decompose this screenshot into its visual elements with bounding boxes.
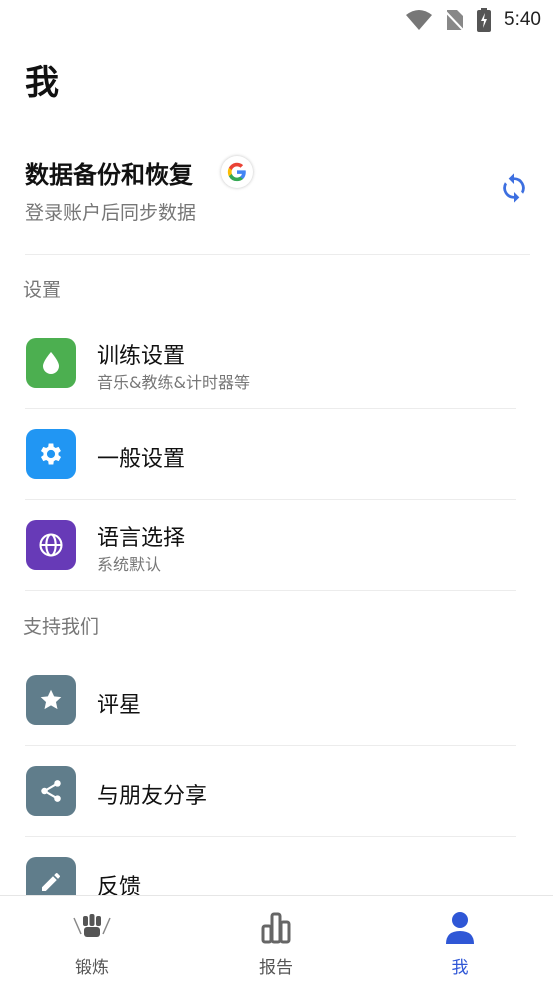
page-title: 我 — [25, 63, 59, 103]
support-item-label: 评星 — [97, 693, 142, 718]
nav-label: 锻炼 — [75, 958, 109, 978]
settings-item-label: 训练设置 — [97, 344, 186, 369]
battery-icon — [477, 8, 492, 32]
backup-subtitle: 登录账户后同步数据 — [25, 202, 197, 224]
settings-item-label: 语言选择 — [97, 526, 186, 551]
support-item-label: 与朋友分享 — [97, 784, 208, 809]
section-header-settings: 设置 — [23, 279, 62, 301]
nav-label: 报告 — [259, 958, 293, 978]
person-icon — [446, 912, 474, 944]
workout-icon — [73, 914, 111, 937]
support-item-share[interactable]: 与朋友分享 — [25, 746, 516, 837]
drop-icon — [26, 338, 76, 388]
globe-icon — [26, 520, 76, 570]
star-icon — [26, 675, 76, 725]
gear-icon — [26, 429, 76, 479]
status-time: 5:40 — [504, 9, 541, 30]
chart-icon — [261, 912, 291, 944]
status-bar: 5:40 — [0, 0, 553, 40]
nav-item-report[interactable]: 报告 — [216, 896, 336, 984]
settings-item-label: 一般设置 — [97, 447, 186, 472]
google-icon — [221, 156, 253, 188]
backup-title: 数据备份和恢复 — [25, 161, 193, 189]
nav-item-workout[interactable]: 锻炼 — [32, 896, 152, 984]
sync-icon[interactable] — [498, 172, 530, 204]
settings-item-sublabel: 音乐&教练&计时器等 — [97, 373, 250, 392]
backup-card[interactable]: 数据备份和恢复 登录账户后同步数据 — [25, 150, 530, 255]
bottom-nav: 锻炼 报告 我 — [0, 895, 553, 984]
nav-item-me[interactable]: 我 — [400, 896, 520, 984]
share-icon — [26, 766, 76, 816]
support-item-rate[interactable]: 评星 — [25, 655, 516, 746]
settings-item-general[interactable]: 一般设置 — [25, 409, 516, 500]
wifi-icon — [406, 10, 433, 30]
settings-item-sublabel: 系统默认 — [97, 555, 162, 574]
settings-item-training[interactable]: 训练设置 音乐&教练&计时器等 — [25, 318, 516, 409]
no-sim-icon — [444, 10, 464, 31]
section-header-support: 支持我们 — [23, 616, 100, 638]
settings-item-language[interactable]: 语言选择 系统默认 — [25, 500, 516, 591]
nav-label: 我 — [451, 958, 469, 978]
